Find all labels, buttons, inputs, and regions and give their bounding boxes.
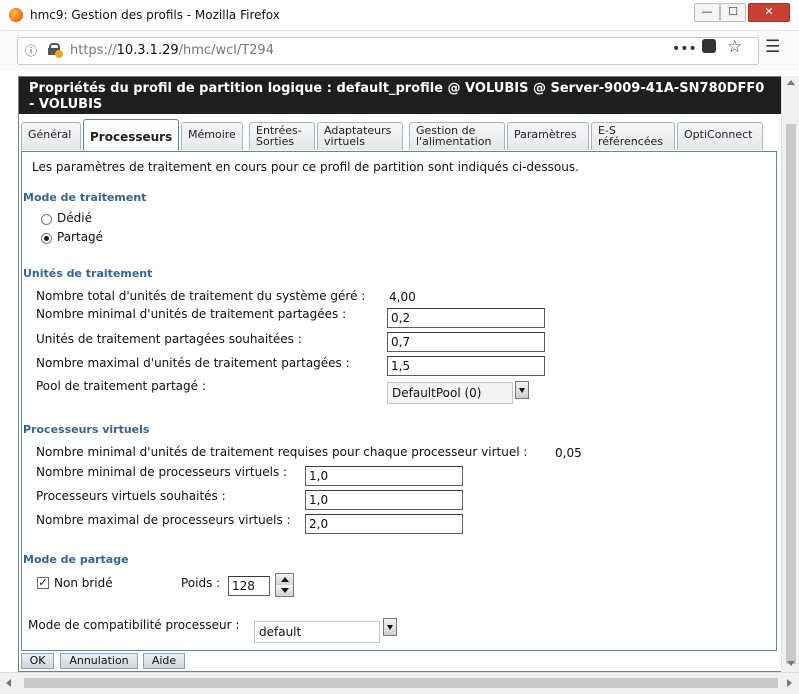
max-units-label: Nombre maximal d'unités de traitement pa… [36,356,350,370]
dialog-header: Propriétés du profil de partition logiqu… [19,77,781,114]
uncapped-checkbox[interactable]: ✓ [37,577,49,589]
window-titlebar: hmc9: Gestion des profils - Mozilla Fire… [0,0,799,31]
weight-label: Poids : [181,576,221,590]
tab-bar: Général Processeurs Mémoire Entrées- Sort… [21,119,777,151]
desired-vp-label: Processeurs virtuels souhaités : [36,489,226,503]
tab-io[interactable]: Entrées- Sorties [249,122,315,150]
scroll-down-icon[interactable] [787,661,795,666]
tab-memory[interactable]: Mémoire [181,122,243,150]
minimize-button[interactable]: — [694,3,720,22]
ok-button[interactable]: OK [21,653,54,669]
uncapped-label: Non bridé [54,576,113,590]
vertical-scrollbar[interactable] [781,76,799,672]
tab-referenced-io[interactable]: E-S référencées [591,122,675,150]
processing-mode-heading: Mode de traitement [23,191,147,204]
weight-stepper[interactable] [275,573,294,597]
desired-vp-input[interactable] [305,490,463,510]
horizontal-scrollbar[interactable] [0,672,799,694]
compat-mode-select[interactable]: default [254,621,380,643]
processing-units-heading: Unités de traitement [23,267,153,280]
max-vp-label: Nombre maximal de processeurs virtuels : [36,513,291,527]
tab-power-management[interactable]: Gestion de l'alimentation [409,122,505,150]
site-info-icon[interactable]: ⓘ [25,42,37,59]
virtual-processors-heading: Processeurs virtuels [23,423,150,436]
vertical-scroll-thumb[interactable] [786,124,796,664]
desired-units-input[interactable] [387,332,545,352]
url-text[interactable]: https://10.3.1.29/hmc/wcl/T294 [70,43,274,58]
scroll-right-icon[interactable] [787,679,792,687]
window-title: hmc9: Gestion des profils - Mozilla Fire… [30,8,280,22]
min-units-input[interactable] [387,308,545,328]
dedicated-radio[interactable] [41,214,52,225]
desired-units-label: Unités de traitement partagées souhaitée… [36,332,302,346]
pocket-icon[interactable] [702,39,716,53]
sharing-mode-heading: Mode de partage [23,553,129,566]
min-units-per-vp-value: 0,05 [555,446,582,460]
compat-mode-label: Mode de compatibilité processeur : [28,618,240,632]
address-bar[interactable]: ⓘ https://10.3.1.29/hmc/wcl/T294 [17,37,759,65]
tab-opticonnect[interactable]: OptiConnect [677,122,763,150]
tab-settings[interactable]: Paramètres [507,122,589,150]
tab-virtual-adapters[interactable]: Adaptateurs virtuels [317,122,403,150]
max-vp-input[interactable] [305,514,463,534]
shared-pool-label: Pool de traitement partagé : [36,379,206,393]
min-units-label: Nombre minimal d'unités de traitement pa… [36,307,347,321]
dialog-frame: Propriétés du profil de partition logiqu… [18,76,782,672]
browser-toolbar: ⓘ https://10.3.1.29/hmc/wcl/T294 ••• ☆ ☰ [0,31,799,71]
maximize-button[interactable]: ☐ [720,3,746,22]
bookmark-star-icon[interactable]: ☆ [727,37,742,57]
scroll-up-icon[interactable] [787,80,795,85]
tab-processors[interactable]: Processeurs [83,119,179,151]
total-units-label: Nombre total d'unités de traitement du s… [36,289,366,303]
help-button[interactable]: Aide [143,653,185,669]
tab-general[interactable]: Général [21,122,81,150]
menu-icon[interactable]: ☰ [765,37,780,57]
shared-pool-select[interactable]: DefaultPool (0) [387,382,513,404]
weight-decrease-icon[interactable] [276,585,293,596]
shared-pool-dropdown-icon[interactable] [515,381,529,399]
min-units-per-vp-label: Nombre minimal d'unités de traitement re… [36,445,528,459]
horizontal-scroll-thumb[interactable] [24,678,778,688]
max-units-input[interactable] [387,356,545,376]
intro-text: Les paramètres de traitement en cours po… [32,160,579,174]
processors-panel: Les paramètres de traitement en cours po… [21,151,777,651]
scroll-left-icon[interactable] [6,679,11,687]
close-window-button[interactable]: ✕ [748,3,790,22]
dedicated-label: Dédié [57,211,92,225]
min-vp-input[interactable] [305,466,463,486]
shared-label: Partagé [57,230,104,244]
insecure-lock-icon[interactable] [48,43,63,58]
weight-input[interactable] [228,576,270,596]
compat-mode-dropdown-icon[interactable] [383,618,397,636]
cancel-button[interactable]: Annulation [60,653,138,669]
total-units-value: 4,00 [389,290,416,304]
page-actions-icon[interactable]: ••• [672,41,697,57]
firefox-logo-icon [9,8,23,22]
min-vp-label: Nombre minimal de processeurs virtuels : [36,465,288,479]
shared-radio[interactable] [41,233,52,244]
